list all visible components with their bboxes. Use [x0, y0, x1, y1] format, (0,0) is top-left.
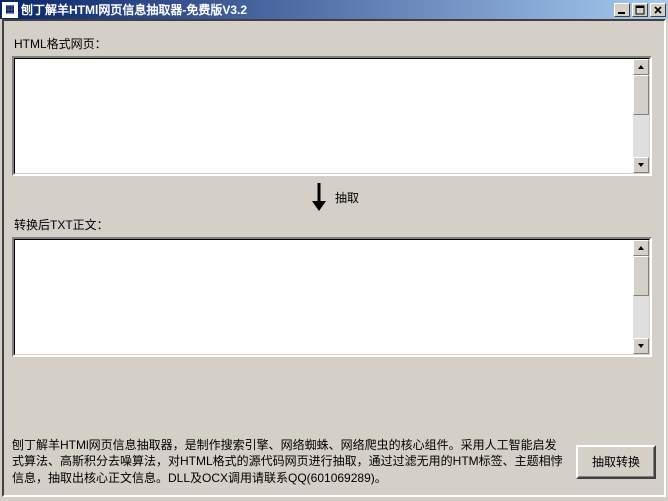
input-textarea[interactable]	[15, 59, 633, 173]
output-textarea[interactable]	[15, 240, 633, 354]
app-icon: ▦	[2, 2, 18, 18]
scroll-thumb[interactable]	[633, 75, 649, 115]
arrow-row: 抽取	[12, 180, 656, 214]
arrow-label: 抽取	[335, 189, 359, 206]
scroll-up-icon[interactable]	[633, 240, 649, 256]
extract-convert-button[interactable]: 抽取转换	[576, 445, 656, 479]
scroll-up-icon[interactable]	[633, 59, 649, 75]
scroll-thumb[interactable]	[633, 256, 649, 296]
input-textbox[interactable]	[12, 56, 652, 176]
scroll-down-icon[interactable]	[633, 338, 649, 354]
window-title: 刨丁解羊HTMl网页信息抽取器-免费版V3.2	[21, 1, 612, 18]
output-scrollbar[interactable]	[633, 240, 649, 354]
input-scrollbar[interactable]	[633, 59, 649, 173]
close-button[interactable]	[650, 3, 666, 17]
footer-row: 刨丁解羊HTMl网页信息抽取器，是制作搜索引擎、网络蜘蛛、网络爬虫的核心组件。采…	[12, 437, 656, 487]
button-label: 抽取转换	[592, 453, 640, 470]
maximize-button[interactable]	[632, 3, 648, 17]
window-titlebar: ▦ 刨丁解羊HTMl网页信息抽取器-免费版V3.2	[0, 0, 668, 19]
minimize-button[interactable]	[614, 3, 630, 17]
output-label: 转换后TXT正文：	[14, 216, 656, 233]
client-area: HTML格式网页： 抽取 转换后TXT正文： 刨	[2, 19, 666, 497]
output-textbox[interactable]	[12, 237, 652, 357]
arrow-down-icon	[309, 181, 329, 213]
input-label: HTML格式网页：	[14, 35, 656, 52]
description-text: 刨丁解羊HTMl网页信息抽取器，是制作搜索引擎、网络蜘蛛、网络爬虫的核心组件。采…	[12, 437, 566, 487]
scroll-down-icon[interactable]	[633, 157, 649, 173]
